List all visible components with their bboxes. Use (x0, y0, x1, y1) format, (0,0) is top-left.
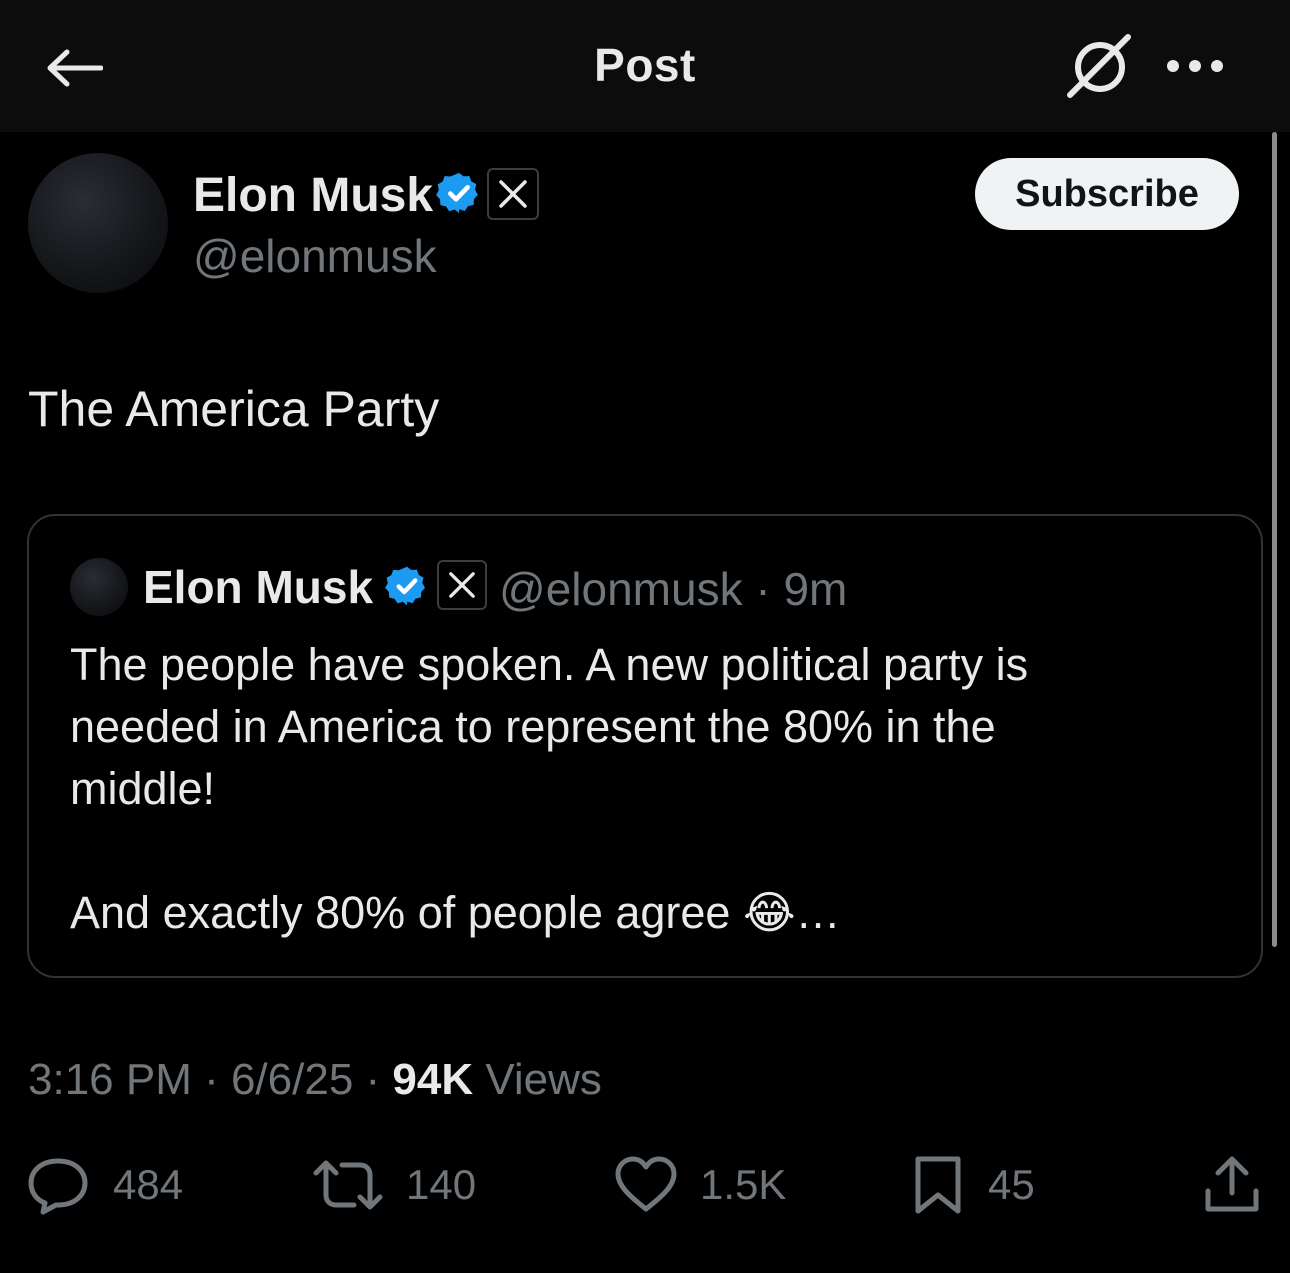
quoted-text-line: middle! (70, 763, 216, 814)
author-handle[interactable]: @elonmusk (193, 229, 437, 283)
repost-button[interactable]: 140 (312, 1140, 476, 1230)
quoted-post[interactable]: Elon Musk @elonmusk · 9m The people have… (27, 514, 1263, 978)
x-logo-icon (499, 180, 527, 208)
author-name[interactable]: Elon Musk (193, 168, 433, 223)
x-logo-icon (449, 572, 475, 598)
views-label: Views (473, 1055, 602, 1104)
bookmark-button[interactable]: 45 (910, 1140, 1035, 1230)
quoted-handle-time: @elonmusk · 9m (499, 563, 848, 615)
reply-count: 484 (113, 1161, 184, 1208)
post-text: The America Party (28, 381, 440, 437)
quoted-text-line: The people have spoken. A new political … (70, 639, 1029, 690)
verified-badge-icon (436, 172, 478, 214)
quoted-author-name: Elon Musk (143, 561, 374, 613)
bookmark-icon (915, 1156, 961, 1214)
more-button[interactable] (1160, 40, 1230, 92)
quoted-text-line: And exactly 80% of people agree 😂… (70, 887, 841, 938)
post-timestamp[interactable]: 3:16 PM · 6/6/25 · (28, 1055, 392, 1104)
quoted-author-avatar (70, 558, 128, 616)
heart-icon (615, 1156, 677, 1212)
x-affiliation-badge (437, 560, 487, 610)
views-count[interactable]: 94K (392, 1055, 473, 1104)
top-bar: Post (0, 0, 1290, 132)
like-button[interactable]: 1.5K (614, 1140, 786, 1230)
reply-button[interactable]: 484 (25, 1140, 183, 1230)
action-bar: 484 140 1.5K 45 (0, 1140, 1290, 1230)
repost-icon (313, 1160, 383, 1210)
like-count: 1.5K (700, 1161, 787, 1208)
share-icon (1205, 1156, 1259, 1212)
more-horizontal-icon (1167, 60, 1223, 72)
repost-count: 140 (406, 1161, 477, 1208)
bookmark-count: 45 (988, 1161, 1035, 1208)
x-affiliation-badge[interactable] (487, 168, 539, 220)
post-meta: 3:16 PM · 6/6/25 · 94K Views (28, 1055, 602, 1105)
author-avatar[interactable] (28, 153, 168, 293)
post-screen: Post Elon Musk @elonmusk Subscribe The A… (0, 0, 1290, 1273)
scrollbar[interactable] (1272, 132, 1277, 947)
verified-badge-icon (385, 566, 425, 606)
subscribe-button[interactable]: Subscribe (975, 158, 1239, 230)
grok-button[interactable] (1060, 30, 1140, 102)
quoted-text-line: needed in America to represent the 80% i… (70, 701, 996, 752)
share-button[interactable] (1200, 1140, 1264, 1230)
grok-icon (1067, 34, 1131, 98)
reply-icon (28, 1158, 88, 1215)
quoted-post-text: The people have spoken. A new political … (70, 634, 1220, 944)
